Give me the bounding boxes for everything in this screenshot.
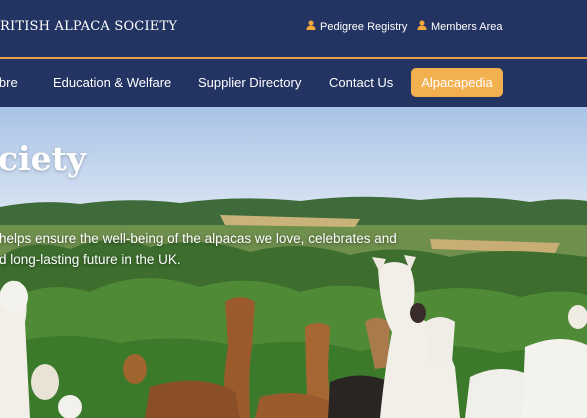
nav-item-fibre[interactable]: ibre — [0, 75, 18, 90]
alpacapedia-button[interactable]: Alpacapedia — [411, 68, 503, 97]
pedigree-registry-label: Pedigree Registry — [320, 20, 408, 33]
user-icon — [417, 20, 427, 33]
nav-item-education-welfare[interactable]: Education & Welfare — [53, 75, 171, 90]
hero-title: ciety — [0, 139, 87, 178]
hero-banner: ciety helps ensure the well-being of the… — [0, 107, 587, 418]
hero-text-line-2: d long-lasting future in the UK. — [0, 252, 181, 267]
hero-text-line-1: helps ensure the well-being of the alpac… — [0, 231, 397, 246]
members-area-link[interactable]: Members Area — [417, 20, 503, 33]
user-icon — [306, 20, 316, 33]
main-nav: ibre Education & Welfare Supplier Direct… — [0, 59, 587, 107]
nav-item-supplier-directory[interactable]: Supplier Directory — [198, 75, 301, 90]
pedigree-registry-link[interactable]: Pedigree Registry — [306, 20, 407, 33]
members-area-label: Members Area — [431, 20, 503, 33]
site-logo-text[interactable]: RITISH ALPACA SOCIETY — [0, 19, 177, 34]
nav-item-contact-us[interactable]: Contact Us — [329, 75, 393, 90]
top-bar: RITISH ALPACA SOCIETY Pedigree Registry … — [0, 0, 587, 57]
